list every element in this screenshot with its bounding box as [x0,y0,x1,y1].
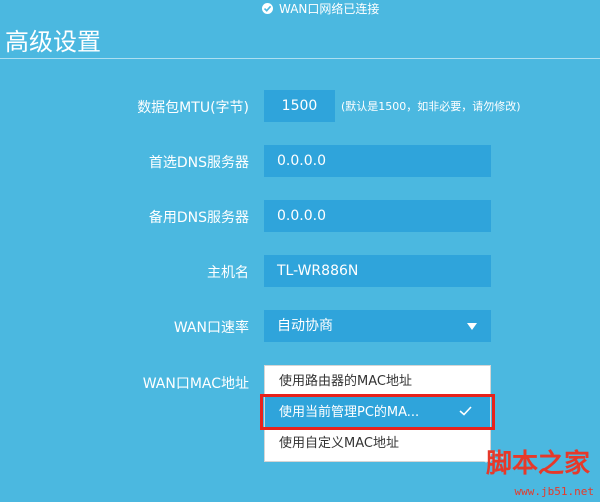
hostname-label: 主机名 [207,265,249,281]
mtu-label: 数据包MTU(字节) [137,100,249,116]
dns-secondary-input[interactable]: 0.0.0.0 [264,200,491,232]
dns-primary-input[interactable]: 0.0.0.0 [264,145,491,177]
highlight-box [260,394,495,430]
dns-primary-label: 首选DNS服务器 [148,155,249,171]
dropdown-arrow-icon [467,323,477,330]
watermark-logo: 脚本之家 [485,449,590,479]
dns-secondary-label: 备用DNS服务器 [148,210,249,226]
mac-option-custom-label: 使用自定义MAC地址 [279,436,399,451]
watermark-url: www.jb51.net [514,485,594,498]
wan-speed-select[interactable]: 自动协商 [264,310,491,342]
page-title: 高级设置 [5,28,101,56]
connection-status: WAN口网络已连接 [262,0,379,16]
title-divider [0,58,600,59]
wan-speed-label: WAN口速率 [173,320,249,336]
mtu-hint: (默认是1500，如非必要，请勿修改) [341,100,521,113]
mac-option-router-label: 使用路由器的MAC地址 [279,374,412,389]
wan-speed-value: 自动协商 [277,318,333,334]
mac-option-router[interactable]: 使用路由器的MAC地址 [265,366,490,397]
mac-option-custom[interactable]: 使用自定义MAC地址 [265,428,490,459]
hostname-input[interactable]: TL-WR886N [264,255,491,287]
check-circle-icon [262,2,273,14]
wan-mac-label: WAN口MAC地址 [142,376,249,392]
mtu-input[interactable]: 1500 [264,90,335,122]
connection-status-text: WAN口网络已连接 [279,1,380,16]
